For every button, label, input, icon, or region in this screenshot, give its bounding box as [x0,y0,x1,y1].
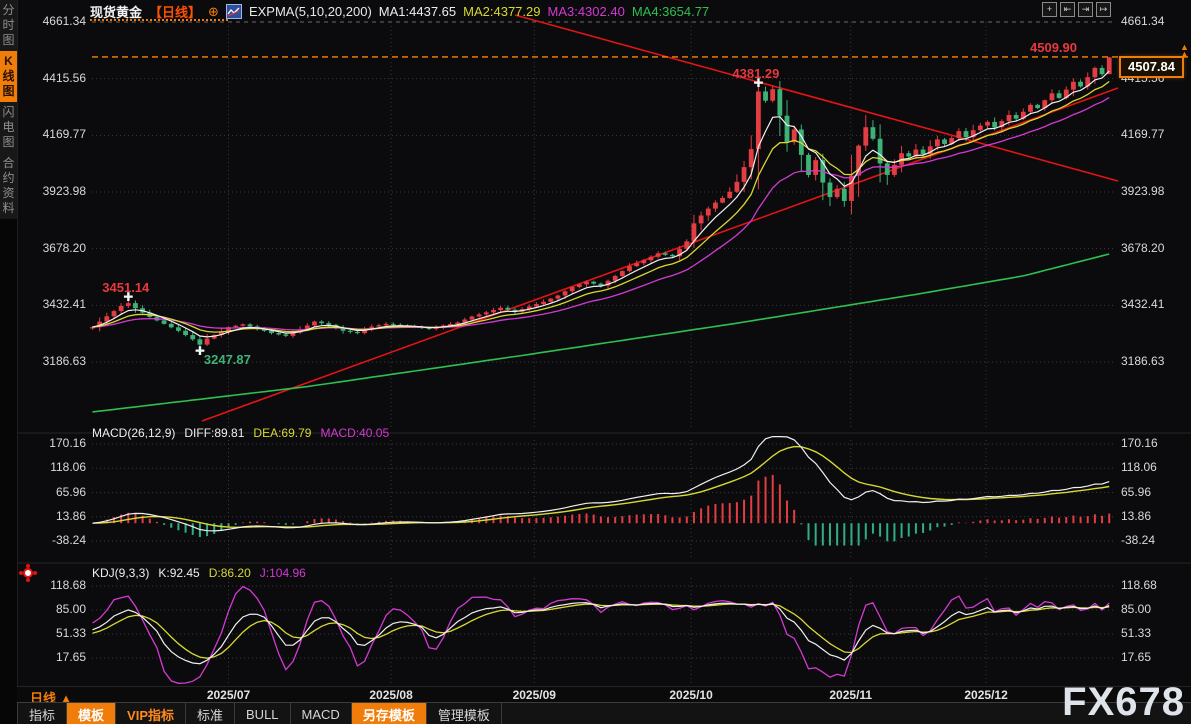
x-axis-date-0: 2025/07 [207,688,250,702]
kdj-axis-right-3: 17.65 [1121,650,1151,664]
current-price-box: 4507.84 [1119,56,1184,78]
alarm-icon[interactable] [23,568,33,578]
price-axis-right-6: 3186.63 [1121,354,1164,368]
symbol-name: 现货黄金 [90,2,142,21]
kdj-axis-right-1: 85.00 [1121,602,1151,616]
price-axis-right-0: 4661.34 [1121,14,1164,28]
price-axis-left-2: 4169.77 [20,127,86,141]
macd-axis-left-4: -38.24 [20,533,86,547]
watermark: FX678 [1062,680,1185,724]
macd-title[interactable]: MACD(26,12,9) [92,426,175,440]
snap-right-icon[interactable]: ⇥ [1078,2,1093,17]
chart-header: 现货黄金 【日线】 ⊕ EXPMA(5,10,20,200) MA1:4437.… [90,2,709,21]
add-compare-icon[interactable]: ⊕ [208,5,219,18]
ma1-value: MA1:4437.65 [379,4,456,19]
price-axis-right-3: 3923.98 [1121,184,1164,198]
snap-left-icon[interactable]: ⇤ [1060,2,1075,17]
price-axis-right-4: 3678.20 [1121,241,1164,255]
macd-axis-right-0: 170.16 [1121,436,1158,450]
price-annotation-early-low: 3247.87 [204,352,251,367]
x-axis-date-1: 2025/08 [369,688,412,702]
chart-canvas[interactable] [0,0,1191,724]
tab-模板[interactable]: 模板 [67,703,116,724]
kdj-axis-left-0: 118.68 [20,578,86,592]
macd-axis-left-2: 65.96 [20,485,86,499]
pan-tool-icon[interactable]: + [1042,2,1057,17]
kdj-k-value: K:92.45 [158,566,199,580]
macd-axis-right-3: 13.86 [1121,509,1151,523]
mini-chart-icon[interactable] [226,4,242,19]
macd-macd-value: MACD:40.05 [320,426,389,440]
kdj-j-value: J:104.96 [260,566,306,580]
price-axis-right-5: 3432.41 [1121,297,1164,311]
ma2-value: MA2:4377.29 [463,4,540,19]
price-axis-left-0: 4661.34 [20,14,86,28]
price-axis-left-5: 3432.41 [20,297,86,311]
kdj-axis-left-1: 85.00 [20,602,86,616]
trading-terminal: 分时图K线图闪电图合约资料 现货黄金 【日线】 ⊕ EXPMA(5,10,20,… [0,0,1191,724]
x-axis-date-3: 2025/10 [669,688,712,702]
tab-MACD[interactable]: MACD [291,703,352,724]
price-axis-left-4: 3678.20 [20,241,86,255]
price-axis-right-2: 4169.77 [1121,127,1164,141]
ma4-value: MA4:3654.77 [632,4,709,19]
indicator-tab-bar: 指标模板VIP指标标准BULLMACD另存模板管理模板 [17,702,1191,724]
chart-toolbar: +⇤⇥↦ [1042,2,1111,17]
kdj-axis-left-3: 17.65 [20,650,86,664]
extreme-marker: ✚ [195,346,205,356]
shift-right-icon[interactable]: ↦ [1096,2,1111,17]
x-axis-date-5: 2025/12 [964,688,1007,702]
x-axis-row: 日线 ▲ 2025/072025/082025/092025/102025/11… [17,686,1191,703]
kdj-axis-right-2: 51.33 [1121,626,1151,640]
tab-另存模板[interactable]: 另存模板 [352,703,427,724]
macd-axis-left-0: 170.16 [20,436,86,450]
x-axis-date-4: 2025/11 [829,688,872,702]
tab-管理模板[interactable]: 管理模板 [427,703,502,724]
price-axis-left-3: 3923.98 [20,184,86,198]
extreme-marker: ✚ [123,292,133,302]
tab-标准[interactable]: 标准 [186,703,235,724]
kdj-axis-right-0: 118.68 [1121,578,1157,592]
period-tag[interactable]: 【日线】 [149,2,201,21]
macd-header: MACD(26,12,9) DIFF:89.81 DEA:69.79 MACD:… [92,426,389,440]
tab-VIP指标[interactable]: VIP指标 [116,703,186,724]
tab-指标[interactable]: 指标 [17,703,67,724]
kdj-title[interactable]: KDJ(9,3,3) [92,566,149,580]
price-axis-left-1: 4415.56 [20,71,86,85]
kdj-header: KDJ(9,3,3) K:92.45 D:86.20 J:104.96 [92,566,306,580]
macd-axis-right-4: -38.24 [1121,533,1155,547]
macd-axis-right-2: 65.96 [1121,485,1151,499]
extreme-marker: ✚ [753,78,763,88]
tab-BULL[interactable]: BULL [235,703,291,724]
x-axis-date-2: 2025/09 [513,688,556,702]
macd-axis-left-3: 13.86 [20,509,86,523]
kdj-d-value: D:86.20 [209,566,251,580]
macd-diff-value: DIFF:89.81 [184,426,244,440]
price-axis-left-6: 3186.63 [20,354,86,368]
macd-axis-right-1: 118.06 [1121,460,1157,474]
ma3-value: MA3:4302.40 [547,4,624,19]
macd-dea-value: DEA:69.79 [253,426,311,440]
kdj-axis-left-2: 51.33 [20,626,86,640]
price-annotation-all-time-high: 4509.90 [1030,40,1077,55]
macd-axis-left-1: 118.06 [20,460,86,474]
indicator-name[interactable]: EXPMA(5,10,20,200) [249,4,372,19]
